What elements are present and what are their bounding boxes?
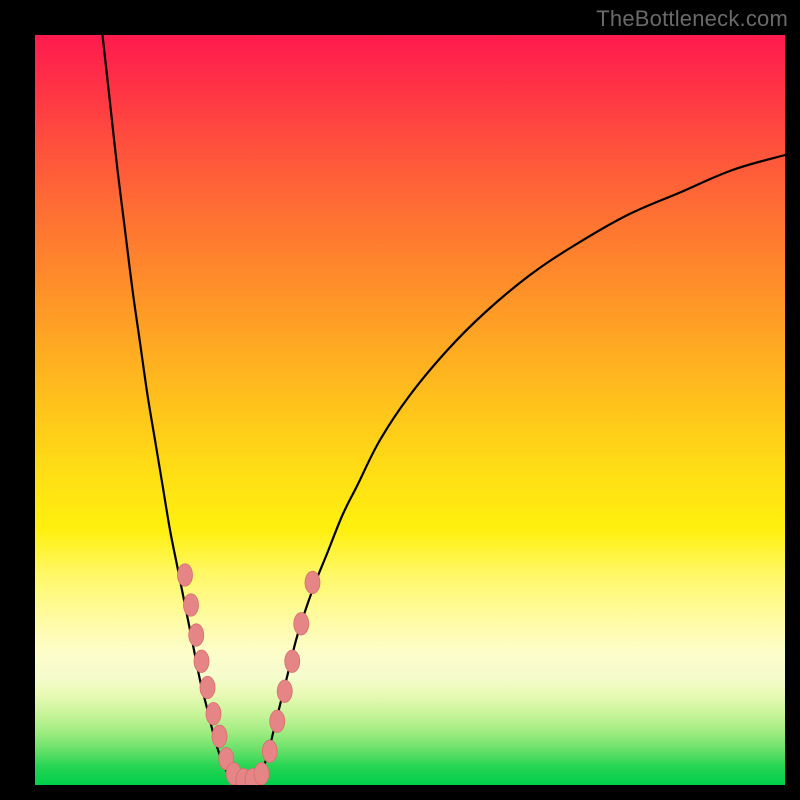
data-marker (277, 680, 292, 703)
right-branch-curve (260, 155, 785, 778)
data-marker (178, 564, 193, 587)
data-marker (184, 594, 199, 617)
data-marker (254, 763, 269, 786)
data-marker (262, 740, 277, 763)
watermark-text: TheBottleneck.com (596, 6, 788, 32)
data-marker (194, 650, 209, 673)
left-branch-curve (103, 35, 231, 778)
chart-svg (35, 35, 785, 785)
data-marker (270, 710, 285, 733)
data-marker (189, 624, 204, 647)
data-marker (200, 676, 215, 699)
plot-area (35, 35, 785, 785)
data-marker (206, 703, 221, 726)
chart-frame: TheBottleneck.com (0, 0, 800, 800)
data-marker (285, 650, 300, 673)
data-marker (212, 725, 227, 748)
data-marker (305, 571, 320, 594)
data-marker (294, 613, 309, 636)
